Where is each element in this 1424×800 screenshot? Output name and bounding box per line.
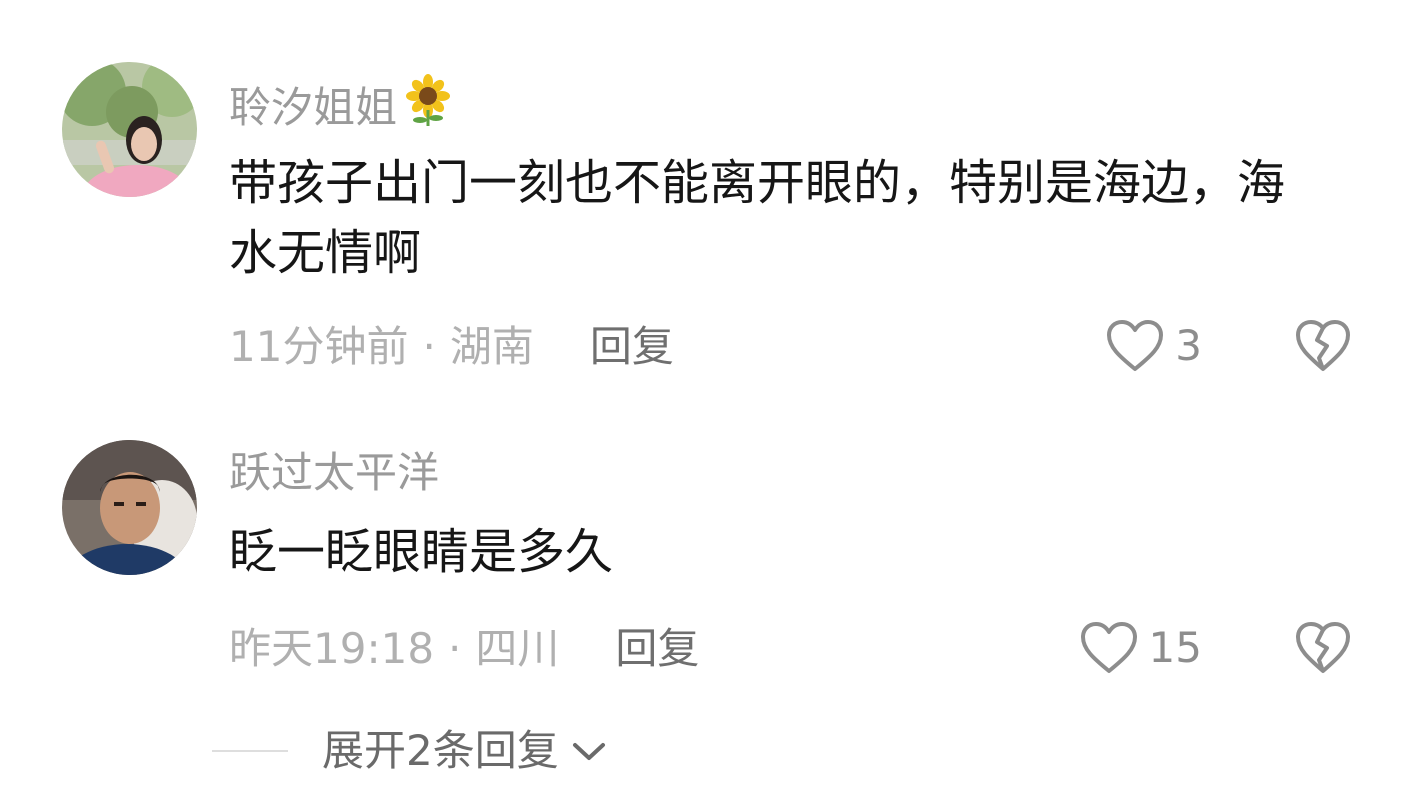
broken-heart-icon[interactable] xyxy=(1294,318,1352,378)
username[interactable]: 聆汐姐姐 xyxy=(229,74,451,133)
avatar[interactable] xyxy=(62,62,197,197)
meta-separator: · xyxy=(448,624,462,673)
avatar-image xyxy=(62,440,197,575)
heart-outline-icon xyxy=(1080,622,1137,673)
like-count: 3 xyxy=(1175,321,1202,370)
comment-time: 11分钟前 xyxy=(229,322,409,371)
chevron-down-icon xyxy=(572,743,605,760)
broken-heart-icon[interactable] xyxy=(1294,620,1352,680)
reply-button[interactable]: 回复 xyxy=(615,624,699,673)
username-text: 聆汐姐姐 xyxy=(229,83,398,132)
comment-meta: 11分钟前 · 湖南 回复 xyxy=(229,326,674,368)
like-button[interactable]: 3 xyxy=(1105,318,1202,374)
meta-separator: · xyxy=(422,322,436,371)
sunflower-icon xyxy=(405,74,451,133)
comment-item: 跃过太平洋 眨一眨眼睛是多久 昨天19:18 · 四川 回复 15 xyxy=(0,400,1424,730)
expand-replies-label: 展开2条回复 xyxy=(322,726,559,775)
comment-meta: 昨天19:18 · 四川 回复 xyxy=(229,628,699,670)
comment-text: 眨一眨眼睛是多久 xyxy=(229,524,614,580)
comment-time: 昨天19:18 xyxy=(229,624,435,673)
like-count: 15 xyxy=(1148,623,1202,672)
heart-outline-icon xyxy=(1107,320,1164,371)
comment-location: 四川 xyxy=(475,624,560,673)
username[interactable]: 跃过太平洋 xyxy=(229,452,439,494)
avatar-image xyxy=(62,62,197,197)
comment-location: 湖南 xyxy=(449,322,534,371)
comment-text: 带孩子出门一刻也不能离开眼的，特别是海边，海水无情啊 xyxy=(229,155,1286,281)
avatar[interactable] xyxy=(62,440,197,575)
expand-replies-button[interactable]: 展开2条回复 xyxy=(212,730,609,772)
comment-item: 聆汐姐姐 带孩子出门一刻也不能离开眼的，特别是海边，海水无情啊 11分钟前 · … xyxy=(0,0,1424,400)
divider-line xyxy=(212,750,288,752)
reply-button[interactable]: 回复 xyxy=(590,322,674,371)
like-button[interactable]: 15 xyxy=(1079,620,1202,676)
